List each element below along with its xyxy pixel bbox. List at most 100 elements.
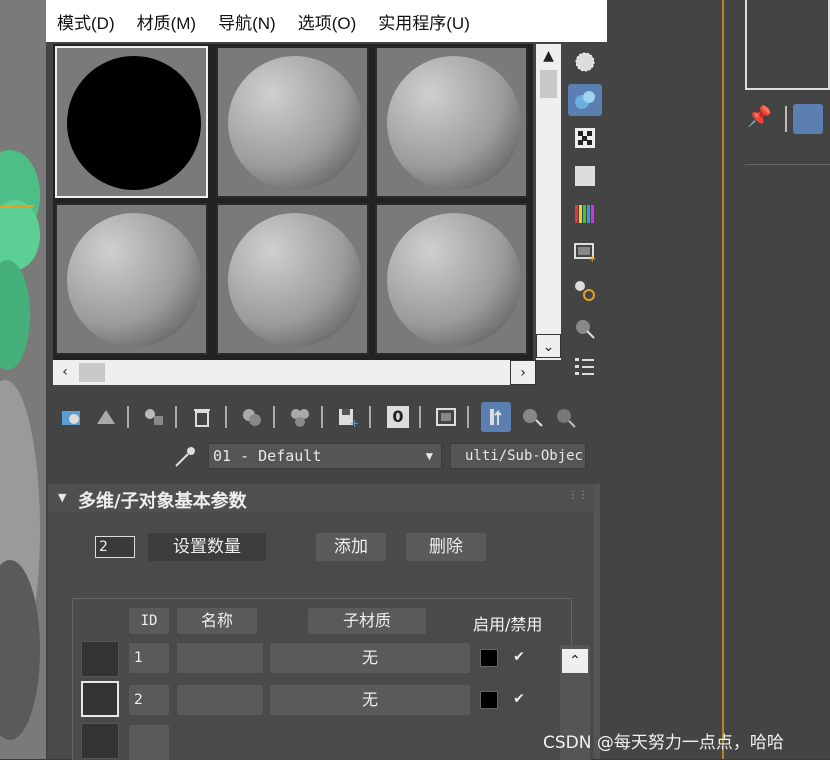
row-enable-checkbox[interactable]: ✔ xyxy=(511,649,527,665)
sample-slot[interactable] xyxy=(375,203,528,355)
header-name[interactable]: 名称 xyxy=(177,608,257,634)
slots-vertical-scrollbar[interactable]: ▲ ⌄ xyxy=(536,44,561,360)
add-button[interactable]: 添加 xyxy=(316,533,386,561)
scroll-right-arrow-icon[interactable]: › xyxy=(510,360,536,385)
video-color-check-icon[interactable] xyxy=(568,198,602,230)
row-id[interactable]: 1 xyxy=(129,643,169,673)
pin-icon[interactable]: 📌 xyxy=(747,104,775,134)
panel-preview-box xyxy=(745,0,830,90)
scroll-thumb[interactable] xyxy=(79,363,105,382)
material-map-navigator-icon[interactable] xyxy=(568,350,602,382)
material-count-field[interactable]: 2 xyxy=(95,536,135,558)
row-enable-checkbox[interactable]: ✔ xyxy=(511,691,527,707)
sample-slot[interactable] xyxy=(55,203,208,355)
header-submaterial[interactable]: 子材质 xyxy=(308,608,426,634)
backlight-icon[interactable] xyxy=(568,84,602,116)
material-sphere-preview xyxy=(387,56,521,190)
eyedropper-icon[interactable] xyxy=(172,444,198,470)
set-count-button[interactable]: 设置数量 xyxy=(148,533,266,561)
row-color-chip[interactable] xyxy=(480,649,498,667)
material-toolbar: + 0 xyxy=(53,398,607,436)
scroll-up-arrow-icon[interactable]: ⌃ xyxy=(562,649,588,673)
sample-slot[interactable] xyxy=(375,46,528,198)
rollout-header[interactable]: ▼ 多维/子对象基本参数 ⋮⋮ xyxy=(48,484,596,512)
submaterial-swatch[interactable] xyxy=(81,723,119,759)
material-id-channel-button[interactable]: 0 xyxy=(383,402,413,432)
scroll-down-arrow-icon[interactable]: ⌄ xyxy=(536,334,561,358)
material-sphere-preview xyxy=(67,56,201,190)
scroll-thumb[interactable] xyxy=(540,70,557,98)
separator xyxy=(745,164,830,165)
make-preview-icon[interactable]: + xyxy=(568,236,602,268)
go-to-parent-icon[interactable] xyxy=(517,402,547,432)
row-submaterial-button[interactable]: 无 xyxy=(270,685,470,715)
separator xyxy=(127,406,129,428)
menu-navigation[interactable]: 导航(N) xyxy=(207,9,287,34)
multi-sub-object-rollout: ▼ 多维/子对象基本参数 ⋮⋮ 2 设置数量 添加 删除 ID 名称 子材质 启… xyxy=(48,484,600,760)
material-sphere-preview xyxy=(228,213,362,347)
separator xyxy=(273,406,275,428)
separator xyxy=(321,406,323,428)
svg-text:+: + xyxy=(588,254,596,263)
rollout-scrollbar[interactable] xyxy=(594,484,600,759)
get-material-icon[interactable] xyxy=(57,402,87,432)
sample-slots xyxy=(53,44,533,360)
reset-map-trash-icon[interactable] xyxy=(187,402,217,432)
command-panel: 📌 xyxy=(607,0,830,759)
separator xyxy=(785,106,787,132)
row-submaterial-button[interactable]: 无 xyxy=(270,643,470,673)
material-sphere-preview xyxy=(67,213,201,347)
material-type-text: ulti/Sub-Objec xyxy=(464,448,583,464)
menu-utilities[interactable]: 实用程序(U) xyxy=(367,9,481,34)
submaterial-table: ID 名称 子材质 启用/禁用 1 无 ✔ 2 无 ✔ ⌃ xyxy=(72,598,590,760)
sample-type-icon[interactable] xyxy=(568,46,602,78)
row-color-chip[interactable] xyxy=(480,691,498,709)
show-end-result-icon[interactable] xyxy=(481,402,511,432)
menu-options[interactable]: 选项(O) xyxy=(287,9,368,34)
delete-button[interactable]: 删除 xyxy=(406,533,486,561)
row-name-field[interactable] xyxy=(177,643,263,673)
sample-uv-tiling-icon[interactable] xyxy=(568,160,602,192)
submaterial-swatch[interactable] xyxy=(81,641,119,677)
separator xyxy=(419,406,421,428)
sample-slot[interactable] xyxy=(216,46,369,198)
menu-material[interactable]: 材质(M) xyxy=(126,9,207,34)
material-type-button[interactable]: ulti/Sub-Objec xyxy=(450,443,586,469)
background-checker-icon[interactable] xyxy=(568,122,602,154)
sample-slot[interactable] xyxy=(55,46,208,198)
material-options-icon[interactable] xyxy=(568,274,602,306)
gizmo-axis xyxy=(0,205,34,207)
header-id[interactable]: ID xyxy=(129,608,169,634)
row-id[interactable]: 2 xyxy=(129,685,169,715)
menu-mode[interactable]: 模式(D) xyxy=(46,9,126,34)
make-unique-icon[interactable] xyxy=(285,402,315,432)
material-name-dropdown[interactable]: 01 - Default ▼ xyxy=(208,443,442,469)
viewport-left[interactable] xyxy=(0,0,46,759)
viewport-boundary-line xyxy=(722,0,724,759)
select-by-material-icon[interactable] xyxy=(568,312,602,344)
make-material-copy-icon[interactable] xyxy=(237,402,267,432)
model-shape xyxy=(0,260,30,370)
go-forward-to-sibling-icon[interactable] xyxy=(551,402,581,432)
assign-material-to-selection-icon[interactable] xyxy=(139,402,169,432)
row-id[interactable] xyxy=(129,725,169,760)
put-material-to-scene-icon[interactable] xyxy=(91,402,121,432)
scroll-left-arrow-icon[interactable]: ‹ xyxy=(53,360,77,385)
separator xyxy=(175,406,177,428)
submaterial-swatch[interactable] xyxy=(81,681,119,717)
row-name-field[interactable] xyxy=(177,685,263,715)
rollout-title: 多维/子对象基本参数 xyxy=(78,491,247,512)
drag-handle-icon[interactable]: ⋮⋮ xyxy=(568,490,588,501)
sample-slot[interactable] xyxy=(216,203,369,355)
separator xyxy=(467,406,469,428)
menu-bar: 模式(D) 材质(M) 导航(N) 选项(O) 实用程序(U) xyxy=(46,0,607,42)
modifier-stack-icon[interactable] xyxy=(793,104,823,134)
separator xyxy=(225,406,227,428)
show-shaded-material-icon[interactable] xyxy=(431,402,461,432)
slots-horizontal-scrollbar[interactable]: ‹ › xyxy=(53,360,536,385)
material-sphere-preview xyxy=(228,56,362,190)
svg-text:+: + xyxy=(350,417,359,428)
material-sphere-preview xyxy=(387,213,521,347)
scroll-up-arrow-icon[interactable]: ▲ xyxy=(536,44,561,68)
put-to-library-icon[interactable]: + xyxy=(333,402,363,432)
